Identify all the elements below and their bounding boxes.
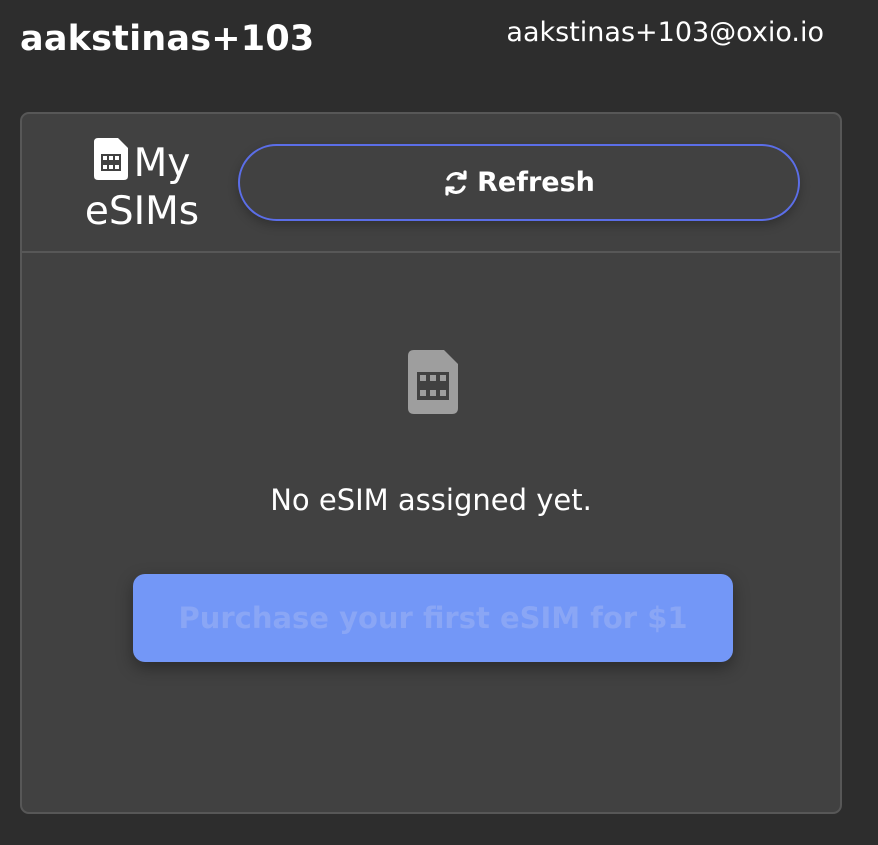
sim-card-icon bbox=[408, 350, 458, 419]
purchase-esim-button[interactable]: Purchase your first eSIM for $1 bbox=[133, 574, 733, 662]
user-email: aakstinas+103@oxio.io bbox=[506, 17, 824, 48]
empty-message: No eSIM assigned yet. bbox=[270, 483, 592, 517]
refresh-label: Refresh bbox=[477, 167, 595, 198]
refresh-icon bbox=[443, 169, 469, 196]
purchase-label: Purchase your first eSIM for $1 bbox=[178, 601, 688, 635]
card-title: My eSIMs bbox=[76, 138, 208, 234]
refresh-button[interactable]: Refresh bbox=[238, 144, 800, 221]
card-header: My eSIMs Refresh bbox=[22, 114, 840, 253]
esims-card: My eSIMs Refresh No eSIM assigned yet. P… bbox=[20, 112, 842, 814]
username: aakstinas+103 bbox=[20, 19, 315, 59]
sim-card-icon bbox=[93, 138, 128, 190]
